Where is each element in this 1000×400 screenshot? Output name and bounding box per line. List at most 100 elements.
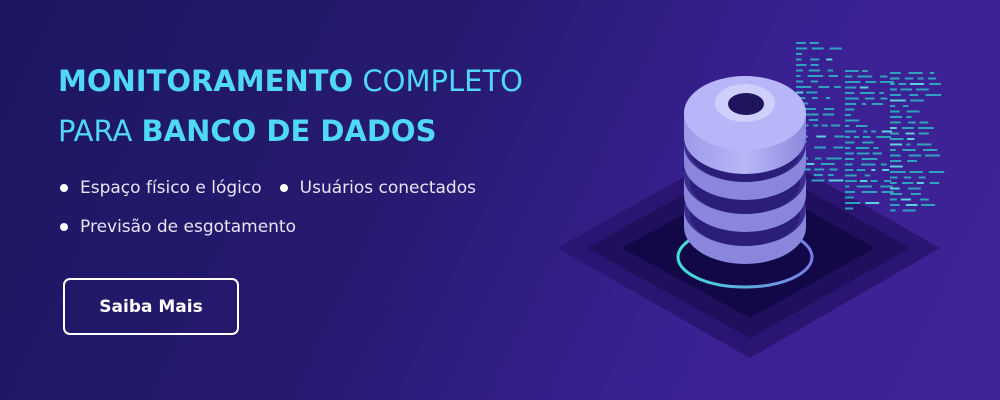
code-dash <box>845 163 853 166</box>
code-dash <box>796 42 806 44</box>
code-dash <box>845 141 855 144</box>
code-dash <box>865 81 877 83</box>
code-dash <box>861 163 876 166</box>
code-dash <box>816 135 826 138</box>
code-dash <box>928 77 937 80</box>
code-dash <box>813 124 819 127</box>
code-dash <box>845 169 854 171</box>
code-dash <box>902 149 916 151</box>
code-dash <box>853 136 860 138</box>
code-dash <box>883 180 892 182</box>
code-dash <box>861 103 866 105</box>
code-dash <box>811 47 824 50</box>
code-dash <box>856 152 870 155</box>
code-dash <box>796 75 801 77</box>
code-dash <box>918 127 934 129</box>
code-dash <box>808 69 820 72</box>
code-dash <box>916 182 924 184</box>
code-dash <box>796 58 802 61</box>
code-dash <box>825 97 831 99</box>
code-dash <box>890 99 906 102</box>
code-dash <box>890 160 902 162</box>
code-dash <box>845 207 854 210</box>
code-dash <box>905 132 915 135</box>
code-dash <box>796 86 812 88</box>
code-dash <box>845 114 852 116</box>
code-dash <box>814 157 822 160</box>
code-dash <box>845 147 851 149</box>
code-dash <box>814 168 825 171</box>
code-dash <box>904 77 914 80</box>
code-dash <box>871 103 884 105</box>
code-dash <box>906 110 920 113</box>
code-dash <box>871 169 876 171</box>
code-dash <box>806 163 815 165</box>
code-dash <box>929 83 941 85</box>
code-dash <box>880 185 893 188</box>
code-dash <box>908 72 923 74</box>
code-dash <box>890 204 900 206</box>
code-dash <box>845 196 854 199</box>
code-dash <box>861 158 878 160</box>
code-dash <box>910 99 924 102</box>
code-dash <box>826 58 833 61</box>
code-dash <box>860 92 875 94</box>
code-dash <box>890 72 901 74</box>
code-dash <box>870 180 878 182</box>
code-dash <box>845 174 857 177</box>
code-dash <box>901 127 914 129</box>
code-dash <box>917 143 932 146</box>
code-dash <box>925 94 942 96</box>
code-dash <box>796 80 804 83</box>
code-dash <box>890 198 897 201</box>
code-dash <box>829 47 842 50</box>
code-dash <box>900 198 912 201</box>
code-dash <box>873 147 879 149</box>
code-dash <box>808 119 819 121</box>
code-dash <box>917 77 924 80</box>
code-dash <box>856 185 872 188</box>
code-dash <box>834 135 845 138</box>
code-dash <box>910 193 921 195</box>
code-dash <box>909 83 924 85</box>
code-dash <box>813 174 823 176</box>
code-dash <box>903 176 912 179</box>
code-dash <box>796 69 803 72</box>
code-dash <box>929 182 940 184</box>
code-dash <box>890 176 898 179</box>
code-dash <box>922 149 938 151</box>
code-dash <box>828 179 844 182</box>
code-dash <box>890 121 901 124</box>
code-dash <box>863 130 868 133</box>
code-dash <box>890 110 900 113</box>
code-dash <box>822 113 835 116</box>
code-dash <box>890 154 901 157</box>
database-server-icon <box>557 42 945 358</box>
code-dash <box>820 163 835 165</box>
code-dash <box>859 86 869 89</box>
code-dash <box>890 171 906 173</box>
code-dash <box>921 204 936 206</box>
code-dash <box>871 130 876 133</box>
code-dash <box>828 174 834 176</box>
code-dash <box>845 185 850 188</box>
code-dash <box>810 64 819 66</box>
code-dash <box>845 125 850 127</box>
code-dash <box>805 108 816 110</box>
code-dash <box>845 103 857 105</box>
code-dash <box>909 171 923 173</box>
code-dash <box>908 187 921 190</box>
code-dash <box>810 58 820 61</box>
code-dash <box>845 75 853 78</box>
code-dash <box>924 154 940 157</box>
code-dash <box>845 180 857 182</box>
code-dash <box>918 132 929 135</box>
code-dash <box>872 152 882 155</box>
code-dash <box>828 75 839 77</box>
code-dash <box>890 116 903 118</box>
code-dash <box>796 91 804 94</box>
code-dash <box>879 81 894 83</box>
code-dash <box>834 86 841 88</box>
code-dash <box>833 146 844 149</box>
code-dash <box>909 94 919 96</box>
